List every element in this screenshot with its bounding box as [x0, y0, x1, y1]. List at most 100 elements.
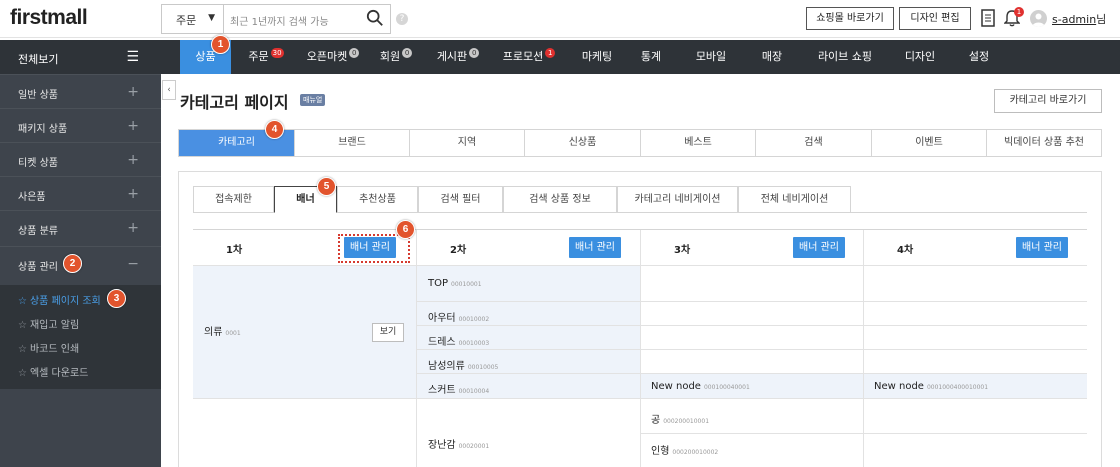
- category-goto-button[interactable]: 카테고리 바로가기: [994, 89, 1102, 113]
- view-button[interactable]: 보기: [372, 323, 404, 342]
- sidebar-all-view[interactable]: 전체보기 ☰: [0, 40, 161, 74]
- star-icon[interactable]: ☆: [18, 368, 27, 379]
- category-name: 남성의류 00010005: [428, 357, 498, 372]
- plus-icon[interactable]: +: [127, 118, 139, 134]
- banner-manage-button[interactable]: 배너 관리: [344, 237, 396, 258]
- sidebar-item-product-categories[interactable]: 상품 분류 +: [0, 210, 161, 244]
- nav-item-marketing[interactable]: 마케팅: [569, 40, 625, 74]
- banner-manage-button[interactable]: 배너 관리: [1016, 237, 1068, 258]
- category-code: 000100040001: [703, 384, 750, 391]
- nav-item-label: 통계: [640, 50, 662, 63]
- logo[interactable]: firstmall: [10, 6, 88, 30]
- category-code: 00010001: [451, 281, 482, 288]
- tab-all-navigation[interactable]: 전체 네비게이션: [738, 186, 851, 213]
- tab-search-filter[interactable]: 검색 필터: [418, 186, 503, 213]
- sidebar-item-label: 일반 상품: [18, 90, 58, 101]
- tab-event[interactable]: 이벤트: [872, 130, 987, 156]
- nav-item-statistics[interactable]: 통계: [631, 40, 671, 74]
- list-item[interactable]: 아우터 00010002: [417, 302, 641, 326]
- plus-icon[interactable]: +: [127, 186, 139, 202]
- category-code: 00020001: [458, 443, 490, 450]
- list-item[interactable]: 남성의류 00010005: [417, 350, 641, 374]
- submenu-item-label: 상품 페이지 조회: [29, 296, 101, 307]
- nav-item-members[interactable]: 회원 0: [372, 40, 420, 74]
- list-item[interactable]: New node 0001000400010001: [864, 374, 1087, 399]
- list-item[interactable]: 장난감 00020001: [417, 399, 641, 467]
- tab-category-navigation[interactable]: 카테고리 네비게이션: [617, 186, 738, 213]
- nav-item-store[interactable]: 매장: [752, 40, 792, 74]
- list-item[interactable]: 공 000200010001: [641, 399, 864, 434]
- sidebar-item-gifts[interactable]: 사은품 +: [0, 176, 161, 210]
- tab-search-product-info[interactable]: 검색 상품 정보: [503, 186, 617, 213]
- minus-icon[interactable]: −: [127, 256, 139, 272]
- list-item[interactable]: 의류 0001 보기: [193, 266, 417, 399]
- submenu-item-product-page-view[interactable]: ☆ 상품 페이지 조회: [18, 292, 101, 307]
- list-item[interactable]: TOP 00010001: [417, 266, 641, 302]
- nav-item-design[interactable]: 디자인: [898, 40, 942, 74]
- plus-icon[interactable]: +: [127, 84, 139, 100]
- submenu-item-excel-download[interactable]: ☆ 엑셀 다운로드: [18, 364, 88, 379]
- document-icon[interactable]: [981, 9, 995, 27]
- main-nav: 상품 주문 30 오픈마켓 0 회원 0 게시판 0 프로모션 1 마케팅 통계 모바일 …: [161, 40, 1120, 74]
- tab-region[interactable]: 지역: [410, 130, 525, 156]
- nav-item-promotion[interactable]: 프로모션 1: [495, 40, 563, 74]
- design-edit-button[interactable]: 디자인 편집: [899, 7, 971, 30]
- empty-cell: [864, 434, 1087, 467]
- submenu-item-barcode-print[interactable]: ☆ 바코드 인쇄: [18, 340, 79, 355]
- nav-item-board[interactable]: 게시판 0: [428, 40, 488, 74]
- nav-item-orders[interactable]: 주문 30: [241, 40, 291, 74]
- nav-item-label: 게시판: [436, 50, 468, 63]
- hamburger-icon[interactable]: ☰: [126, 50, 139, 64]
- sidebar-item-label: 상품 분류: [18, 226, 58, 237]
- step-marker: 1: [211, 35, 230, 54]
- tab-new-products[interactable]: 신상품: [525, 130, 641, 156]
- nav-item-mobile[interactable]: 모바일: [691, 40, 731, 74]
- help-icon[interactable]: ?: [396, 13, 408, 25]
- column-header-level1: 1차 배너 관리: [193, 230, 417, 266]
- banner-manage-button[interactable]: 배너 관리: [793, 237, 845, 258]
- star-icon[interactable]: ☆: [18, 320, 27, 331]
- tab-access-restriction[interactable]: 접속제한: [193, 186, 274, 213]
- nav-item-open-market[interactable]: 오픈마켓 0: [301, 40, 365, 74]
- list-item[interactable]: [193, 399, 417, 467]
- star-icon[interactable]: ☆: [18, 296, 27, 307]
- empty-cell: [864, 266, 1087, 302]
- tab-bigdata-recommendation[interactable]: 빅데이터 상품 추천: [987, 130, 1101, 156]
- plus-icon[interactable]: +: [127, 220, 139, 236]
- list-item[interactable]: 스커트 00010004: [417, 374, 641, 399]
- step-marker: 6: [396, 220, 415, 239]
- empty-cell: [641, 266, 864, 302]
- list-item[interactable]: 드레스 00010003: [417, 326, 641, 350]
- tab-search[interactable]: 검색: [756, 130, 872, 156]
- banner-manage-button[interactable]: 배너 관리: [569, 237, 621, 258]
- column-label: 4차: [897, 245, 914, 256]
- tab-recommended-products[interactable]: 추천상품: [337, 186, 418, 213]
- search-type-select[interactable]: 주문 ▼: [162, 5, 224, 33]
- sidebar-item-general-products[interactable]: 일반 상품 +: [0, 74, 161, 108]
- plus-icon[interactable]: +: [127, 152, 139, 168]
- username-link[interactable]: s-admin님: [1052, 11, 1106, 27]
- search-input[interactable]: 최근 1년까지 검색 가능: [230, 13, 329, 28]
- submenu-item-restock-alert[interactable]: ☆ 재입고 알림: [18, 316, 79, 331]
- category-name: 공 000200010001: [651, 411, 709, 426]
- nav-item-label: 프로모션: [502, 50, 544, 63]
- nav-item-settings[interactable]: 설정: [959, 40, 999, 74]
- list-item[interactable]: 인형 000200010002: [641, 434, 864, 467]
- search-icon[interactable]: [366, 9, 384, 27]
- primary-tabs: 카테고리 브랜드 지역 신상품 베스트 검색 이벤트 빅데이터 상품 추천: [178, 129, 1102, 157]
- manual-badge[interactable]: 매뉴얼: [300, 94, 326, 106]
- category-label: 공: [651, 415, 661, 426]
- sidebar-item-package-products[interactable]: 패키지 상품 +: [0, 108, 161, 142]
- list-item[interactable]: New node 000100040001: [641, 374, 864, 399]
- avatar[interactable]: [1030, 10, 1047, 27]
- shop-link-button[interactable]: 쇼핑몰 바로가기: [806, 7, 894, 30]
- tab-best[interactable]: 베스트: [641, 130, 756, 156]
- sidebar-item-label: 패키지 상품: [18, 124, 68, 135]
- nav-badge: 0: [402, 48, 413, 58]
- sidebar-item-ticket-products[interactable]: 티켓 상품 +: [0, 142, 161, 176]
- star-icon[interactable]: ☆: [18, 344, 27, 355]
- step-marker: 2: [63, 254, 82, 273]
- nav-item-live-shopping[interactable]: 라이브 쇼핑: [807, 40, 883, 74]
- sidebar-collapse-button[interactable]: ‹: [162, 80, 176, 100]
- tab-brand[interactable]: 브랜드: [295, 130, 410, 156]
